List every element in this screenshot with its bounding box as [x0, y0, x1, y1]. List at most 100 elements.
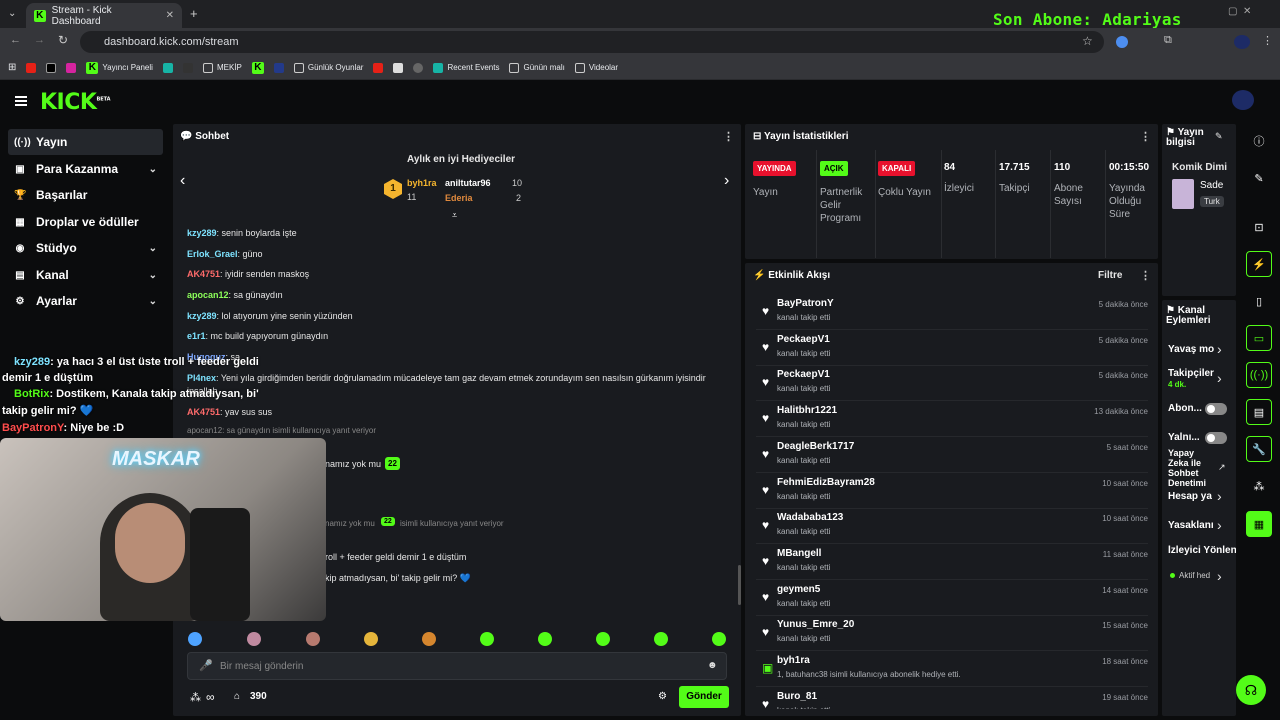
stats-menu-icon[interactable]: ⋮	[1140, 130, 1151, 143]
emote-icon[interactable]	[654, 632, 668, 646]
ai-moderation-label[interactable]: Yapay Zeka ile Sohbet Denetimi	[1168, 448, 1216, 488]
capture-icon[interactable]: ⊡	[1246, 214, 1272, 240]
terminal-bookmark-icon[interactable]	[182, 62, 193, 73]
extension-icon[interactable]	[1116, 36, 1128, 48]
sidebar-item-ayarlar[interactable]: ⚙ Ayarlar ⌄	[8, 288, 163, 314]
activity-event-row[interactable]: ♥ Wadababa123 kanalı takip etti 10 saat önc…	[756, 509, 1148, 545]
emoji-picker-icon[interactable]: ☻	[707, 660, 718, 671]
activity-event-row[interactable]: ♥ PeckaepV1 kanalı takip etti 5 dakika önce	[756, 331, 1148, 366]
activity-event-row[interactable]: ♥ geymen5 kanalı takip etti 14 saat önce	[756, 581, 1148, 616]
window-controls-icon[interactable]: ▢ ✕	[1228, 6, 1251, 17]
sidebar-item-basarilar[interactable]: 🏆 Başarılar	[8, 182, 163, 208]
subs-only-toggle[interactable]	[1205, 403, 1227, 415]
activity-event-row[interactable]: ♥ Halitbhr1221 kanalı takip etti 13 dakika …	[756, 402, 1148, 438]
emote-heart-icon[interactable]	[188, 632, 202, 646]
chat-icon[interactable]: ▭	[1246, 325, 1272, 351]
activity-event-row[interactable]: ♥ BayPatronY kanalı takip etti 5 dakika önc…	[756, 295, 1148, 330]
user-avatar[interactable]	[1232, 90, 1254, 110]
filter-button[interactable]: Filtre	[1098, 270, 1122, 281]
chat-username[interactable]: e1r1	[187, 331, 206, 341]
chevron-right-icon[interactable]: ›	[1217, 341, 1222, 357]
instagram-bookmark-icon[interactable]	[66, 62, 77, 73]
followers-mode-label[interactable]: Takipçiler	[1168, 368, 1224, 379]
storage-icon[interactable]: ▤	[1246, 399, 1272, 425]
account-label[interactable]: Hesap ya	[1168, 491, 1214, 502]
emote-icon[interactable]	[596, 632, 610, 646]
bookmark-recent-events[interactable]: Recent Events	[433, 62, 499, 73]
sidebar-item-studyo[interactable]: ◉ Stüdyo ⌄	[8, 235, 163, 261]
activity-event-row[interactable]: ♥ Yunus_Emre_20 kanalı takip etti 15 saat ö…	[756, 616, 1148, 652]
chat-menu-icon[interactable]: ⋮	[723, 130, 734, 143]
chevron-right-icon[interactable]: ›	[1217, 517, 1222, 533]
bookmark-gunun-mali[interactable]: Günün malı	[509, 62, 565, 73]
store-icon[interactable]: ⌂	[234, 691, 240, 702]
activity-menu-icon[interactable]: ⋮	[1140, 269, 1151, 282]
viewer-management-label[interactable]: İzleyici Yönlen	[1168, 545, 1236, 556]
tab-search-icon[interactable]: ⌄	[8, 8, 16, 19]
site-bookmark-icon[interactable]	[162, 62, 173, 73]
chat-username[interactable]: Pl4nex	[187, 373, 216, 383]
event-username[interactable]: geymen5	[777, 584, 820, 595]
close-tab-icon[interactable]: ✕	[166, 10, 174, 21]
info-icon[interactable]: ⓘ	[1246, 128, 1272, 154]
edit-icon[interactable]: ✎	[1246, 165, 1272, 191]
event-username[interactable]: BayPatronY	[777, 298, 834, 309]
activity-event-row[interactable]: ♥ FehmiEdizBayram28 kanalı takip etti 10 sa…	[756, 474, 1148, 509]
event-username[interactable]: byh1ra	[777, 655, 810, 666]
chat-username[interactable]: AK4751	[187, 269, 220, 279]
document-icon[interactable]: ▯	[1246, 288, 1272, 314]
event-username[interactable]: PeckaepV1	[777, 334, 830, 345]
kick-bookmark-icon[interactable]: K	[251, 61, 264, 74]
emote-icon[interactable]	[306, 632, 320, 646]
sidebar-item-kanal[interactable]: ▤ Kanal ⌄	[8, 262, 163, 288]
slow-mode-label[interactable]: Yavaş mo	[1168, 344, 1224, 355]
globe-bookmark-icon[interactable]	[413, 62, 424, 73]
event-username[interactable]: Halitbhr1221	[777, 405, 837, 416]
menu-hamburger-icon[interactable]	[15, 96, 27, 106]
activity-event-row[interactable]: ▣ byh1ra 1, batuhanc38 isimli kullanıcıya …	[756, 652, 1148, 687]
chat-username[interactable]: apocan12	[187, 290, 229, 300]
event-username[interactable]: Yunus_Emre_20	[777, 619, 854, 630]
emote-icon[interactable]	[538, 632, 552, 646]
profile-avatar[interactable]	[1234, 35, 1250, 49]
external-link-icon[interactable]: ↗	[1218, 462, 1226, 473]
activity-event-row[interactable]: ♥ PeckaepV1 kanalı takip etti 5 dakika önce	[756, 366, 1148, 402]
site-bookmark-icon[interactable]	[273, 62, 284, 73]
send-button[interactable]: Gönder	[679, 686, 729, 708]
event-username[interactable]: MBangell	[777, 548, 821, 559]
browser-menu-icon[interactable]: ⋮	[1262, 34, 1273, 47]
event-username[interactable]: FehmiEdizBayram28	[777, 477, 875, 488]
event-username[interactable]: Buro_81	[777, 691, 817, 702]
event-username[interactable]: PeckaepV1	[777, 369, 830, 380]
emote-icon[interactable]	[247, 632, 261, 646]
lightning-icon[interactable]: ⚡	[1246, 251, 1272, 277]
chat-settings-icon[interactable]: ⚙	[658, 691, 667, 702]
activity-event-row[interactable]: ♥ DeagleBerk1717 kanalı takip etti 5 saat ö…	[756, 438, 1148, 473]
sidebar-item-yayin[interactable]: ((·)) Yayın	[8, 129, 163, 155]
back-icon[interactable]: ←	[10, 34, 21, 46]
sidebar-item-droplar[interactable]: ▦ Droplar ve ödüller	[8, 209, 163, 235]
activity-event-row[interactable]: ♥ Buro_81 kanalı takip etti 19 saat önce	[756, 688, 1148, 709]
edit-pencil-icon[interactable]: ✎	[1215, 131, 1223, 142]
kick-logo[interactable]: KICKBETA	[40, 90, 111, 115]
new-tab-icon[interactable]: +	[190, 6, 198, 21]
apps-grid-icon[interactable]: ⊞	[8, 62, 16, 73]
chat-scrollbar[interactable]	[738, 565, 741, 605]
event-username[interactable]: Wadababa123	[777, 512, 843, 523]
bookmark-star-icon[interactable]: ☆	[1082, 34, 1093, 48]
users-icon[interactable]: ⁂	[1246, 473, 1272, 499]
emote-icon[interactable]	[364, 632, 378, 646]
chevron-right-icon[interactable]: ›	[1217, 568, 1222, 584]
expand-gifters-icon[interactable]: ⩡	[452, 210, 457, 221]
chat-username[interactable]: AK4751	[187, 407, 220, 417]
extensions-puzzle-icon[interactable]: ⧉	[1164, 34, 1172, 47]
activity-event-row[interactable]: ♥ MBangell kanalı takip etti 11 saat önce	[756, 545, 1148, 580]
support-headset-icon[interactable]: ☊	[1236, 675, 1266, 705]
event-username[interactable]: DeagleBerk1717	[777, 441, 854, 452]
image-bookmark-icon[interactable]	[393, 62, 404, 73]
browser-tab[interactable]: K Stream - Kick Dashboard ✕	[26, 3, 182, 28]
sidebar-item-para-kazanma[interactable]: ▣ Para Kazanma ⌄	[8, 156, 163, 182]
bookmark-gunluk-oyunlar[interactable]: Günlük Oyunlar	[293, 62, 363, 73]
clapper-icon[interactable]: ▦	[1246, 511, 1272, 537]
chat-username[interactable]: kzy289	[187, 228, 217, 238]
